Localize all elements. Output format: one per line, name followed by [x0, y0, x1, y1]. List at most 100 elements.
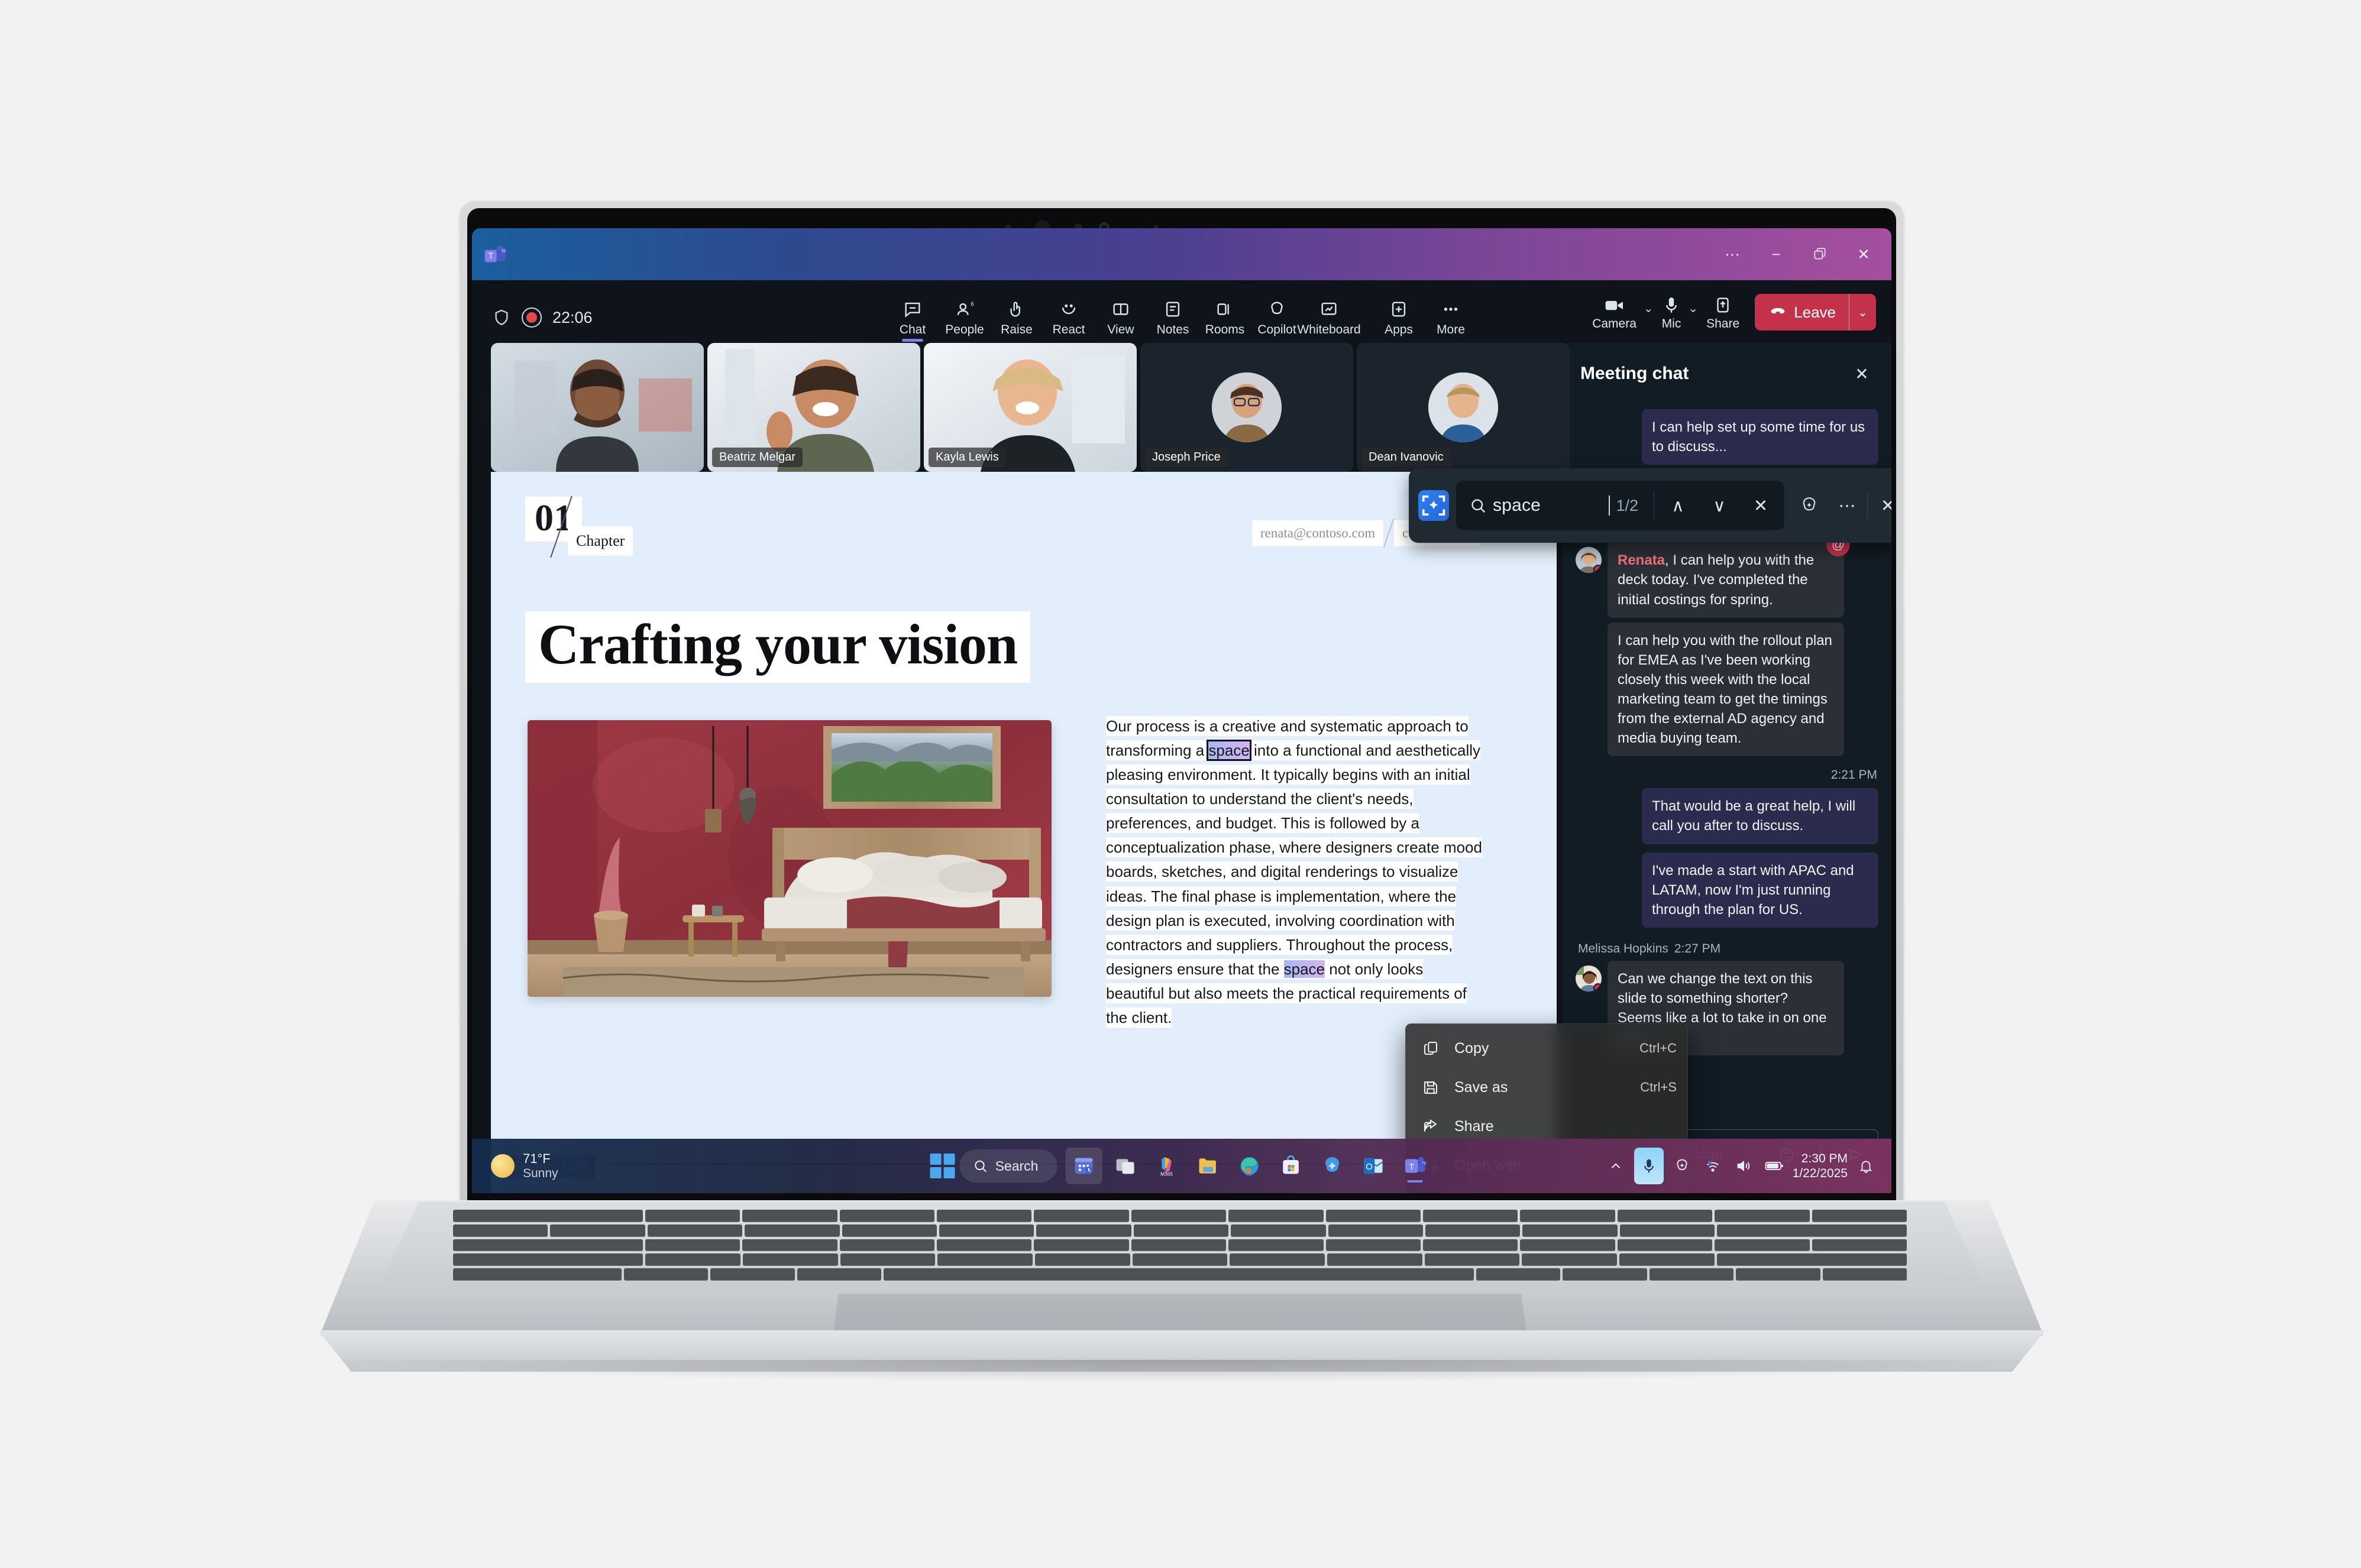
- toolbar-item-react[interactable]: React: [1043, 297, 1095, 339]
- show-hidden-icons-chevron-up-icon[interactable]: [1603, 1154, 1628, 1178]
- chat-header: Meeting chat ✕: [1563, 343, 1891, 404]
- keyboard-row: [453, 1224, 1907, 1237]
- context-menu-label: Save as: [1454, 1078, 1508, 1096]
- taskbar-item-widgets[interactable]: [1065, 1148, 1102, 1184]
- participant-tile[interactable]: Beatriz Melgar: [707, 343, 920, 472]
- taskbar-clock[interactable]: 2:30 PM 1/22/2025: [1793, 1151, 1848, 1181]
- copilot-icon[interactable]: [1418, 490, 1449, 521]
- restore-button[interactable]: [1798, 228, 1842, 280]
- keyboard-row: [453, 1210, 1907, 1222]
- mic-button[interactable]: Mic: [1658, 293, 1685, 331]
- toolbar-item-people[interactable]: 6 People: [939, 297, 991, 339]
- leave-meeting-button[interactable]: Leave ⌄: [1755, 294, 1876, 331]
- taskbar-item-copilot[interactable]: [1314, 1148, 1350, 1184]
- search-match-count: 1/2: [1616, 496, 1638, 514]
- chat-close-button[interactable]: ✕: [1848, 359, 1876, 388]
- toolbar-item-notes[interactable]: Notes: [1147, 297, 1199, 339]
- camera-button[interactable]: Camera: [1589, 293, 1640, 331]
- participant-tile[interactable]: Dean Ivanovic: [1357, 343, 1570, 472]
- device-label: Camera: [1592, 317, 1636, 331]
- flyout-close-button[interactable]: ✕: [1870, 488, 1891, 523]
- tray-mic-button[interactable]: [1634, 1148, 1664, 1184]
- slide-title-text: Crafting your vision: [538, 613, 1018, 676]
- camera-chevron-down-icon[interactable]: ⌄: [1642, 301, 1656, 324]
- search-clear-button[interactable]: ✕: [1743, 488, 1778, 523]
- sun-icon: [491, 1154, 515, 1178]
- body-middle: into a functional and aesthetically plea…: [1106, 741, 1482, 978]
- titlebar-more-button[interactable]: ⋯: [1710, 228, 1754, 280]
- taskbar-item-task-view[interactable]: [1107, 1148, 1143, 1184]
- search-next-button[interactable]: ∨: [1702, 488, 1737, 523]
- keyboard-row: [453, 1268, 1907, 1281]
- context-menu-item-copy[interactable]: Copy Ctrl+C: [1406, 1029, 1687, 1068]
- divider: [1867, 492, 1868, 519]
- raise-hand-icon: [1008, 297, 1026, 321]
- taskbar-item-m365[interactable]: M365: [1148, 1148, 1185, 1184]
- notification-bell-icon[interactable]: [1854, 1154, 1878, 1178]
- task-view-icon: [1116, 1159, 1134, 1174]
- close-button[interactable]: ✕: [1842, 228, 1885, 280]
- recording-indicator-icon: [522, 307, 542, 328]
- microsoft-store-icon: [1283, 1155, 1299, 1174]
- slide-paragraph: Our process is a creative and systematic…: [1106, 716, 1482, 1028]
- stage-main: Beatriz Melgar Kayla Lewis Joseph Price …: [472, 343, 1570, 1193]
- volume-icon[interactable]: [1731, 1154, 1756, 1178]
- search-highlight: space: [1283, 960, 1325, 978]
- context-menu-item-save-as[interactable]: Save as Ctrl+S: [1406, 1068, 1687, 1107]
- teams-icon: T: [1405, 1157, 1427, 1173]
- avatar: [1576, 547, 1602, 574]
- recording-timer: 22:06: [552, 308, 593, 326]
- toolbar-label: Whiteboard: [1297, 323, 1361, 336]
- toolbar-label: More: [1437, 323, 1465, 336]
- participant-tile[interactable]: [491, 343, 704, 472]
- taskbar-item-teams[interactable]: T: [1396, 1148, 1433, 1184]
- chapter-text: Chapter: [576, 532, 625, 549]
- copilot-icon: [1267, 297, 1287, 321]
- avatar: [1576, 965, 1602, 992]
- slide-image[interactable]: [528, 720, 1052, 997]
- leave-chevron-down-icon[interactable]: ⌄: [1849, 294, 1876, 331]
- search-input[interactable]: space 1/2 ∧ ∨ ✕: [1456, 481, 1784, 530]
- search-prev-button[interactable]: ∧: [1660, 488, 1696, 523]
- chat-author: Melissa Hopkins: [1578, 941, 1668, 955]
- taskbar-item-edge[interactable]: [1231, 1148, 1267, 1184]
- toolbar-label: Chat: [899, 323, 926, 336]
- participant-tile[interactable]: Kayla Lewis: [924, 343, 1137, 472]
- toolbar-item-chat[interactable]: Chat: [887, 297, 939, 342]
- outlook-icon: O: [1363, 1158, 1383, 1174]
- taskbar-item-microsoft-store[interactable]: [1272, 1148, 1309, 1184]
- participant-name: Dean Ivanovic: [1361, 448, 1451, 467]
- bedroom-photo: [528, 720, 1052, 997]
- presence-badge: [1593, 565, 1602, 574]
- toolbar-item-more[interactable]: More: [1425, 297, 1477, 339]
- slide-body-text: Our process is a creative and systematic…: [1106, 714, 1484, 1030]
- participant-tile[interactable]: Joseph Price: [1140, 343, 1353, 472]
- start-button[interactable]: [930, 1154, 955, 1178]
- minimize-button[interactable]: −: [1754, 228, 1798, 280]
- device-label: Share: [1706, 317, 1740, 331]
- toolbar-item-view[interactable]: View: [1095, 297, 1147, 339]
- taskbar-item-outlook[interactable]: O: [1355, 1148, 1392, 1184]
- wifi-icon[interactable]: [1700, 1154, 1725, 1178]
- share-icon: [1419, 1115, 1443, 1138]
- taskbar-item-file-explorer[interactable]: [1189, 1148, 1226, 1184]
- whiteboard-icon: [1319, 297, 1339, 321]
- taskbar-search[interactable]: Search: [959, 1149, 1057, 1183]
- toolbar-item-whiteboard[interactable]: Whiteboard: [1297, 297, 1361, 339]
- toolbar-label: Copilot: [1257, 323, 1296, 336]
- flyout-more-button[interactable]: ⋯: [1829, 488, 1865, 523]
- taskbar-weather-widget[interactable]: 71°F Sunny: [472, 1151, 558, 1180]
- edge-icon: [1240, 1157, 1259, 1176]
- copilot-icon[interactable]: [1791, 488, 1827, 523]
- clock-time: 2:30 PM: [1801, 1151, 1848, 1165]
- toolbar-item-raise[interactable]: Raise: [991, 297, 1043, 339]
- mic-chevron-down-icon[interactable]: ⌄: [1687, 301, 1700, 324]
- leave-main[interactable]: Leave: [1755, 294, 1849, 331]
- battery-icon[interactable]: [1762, 1154, 1787, 1178]
- share-button[interactable]: Share: [1703, 293, 1743, 331]
- toolbar-item-copilot[interactable]: Copilot: [1251, 297, 1303, 339]
- clock-date: 1/22/2025: [1792, 1167, 1848, 1180]
- toolbar-item-rooms[interactable]: Rooms: [1199, 297, 1251, 339]
- toolbar-item-apps[interactable]: Apps: [1373, 297, 1425, 339]
- tray-copilot-icon[interactable]: [1670, 1154, 1694, 1178]
